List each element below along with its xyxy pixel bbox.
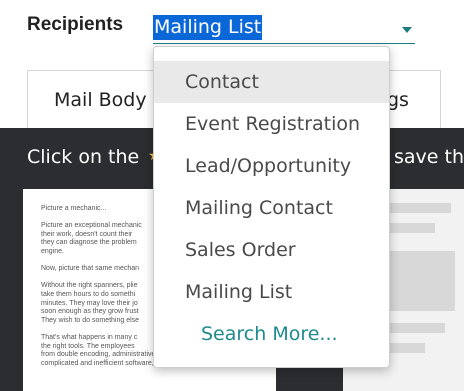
tab-mail-body[interactable]: Mail Body — [27, 70, 158, 128]
instruction-text-left: Click on the — [27, 146, 140, 168]
dropdown-item-lead-opportunity[interactable]: Lead/Opportunity — [154, 145, 389, 187]
dropdown-item-contact[interactable]: Contact — [154, 61, 389, 103]
chevron-down-icon[interactable] — [402, 27, 412, 33]
dropdown-item-sales-order[interactable]: Sales Order — [154, 229, 389, 271]
recipients-select-value[interactable]: Mailing List — [153, 15, 263, 40]
tab-settings-label: gs — [387, 89, 409, 111]
tab-mail-body-label: Mail Body — [54, 89, 147, 111]
dropdown-item-event-registration[interactable]: Event Registration — [154, 103, 389, 145]
recipients-select[interactable]: Mailing List — [153, 12, 415, 44]
recipients-dropdown-menu: Contact Event Registration Lead/Opportun… — [153, 46, 390, 368]
search-more-link[interactable]: Search More... — [154, 313, 389, 355]
dropdown-item-mailing-list[interactable]: Mailing List — [154, 271, 389, 313]
recipients-label: Recipients — [27, 14, 124, 35]
instruction-text-right: save th — [394, 146, 464, 168]
dropdown-item-mailing-contact[interactable]: Mailing Contact — [154, 187, 389, 229]
